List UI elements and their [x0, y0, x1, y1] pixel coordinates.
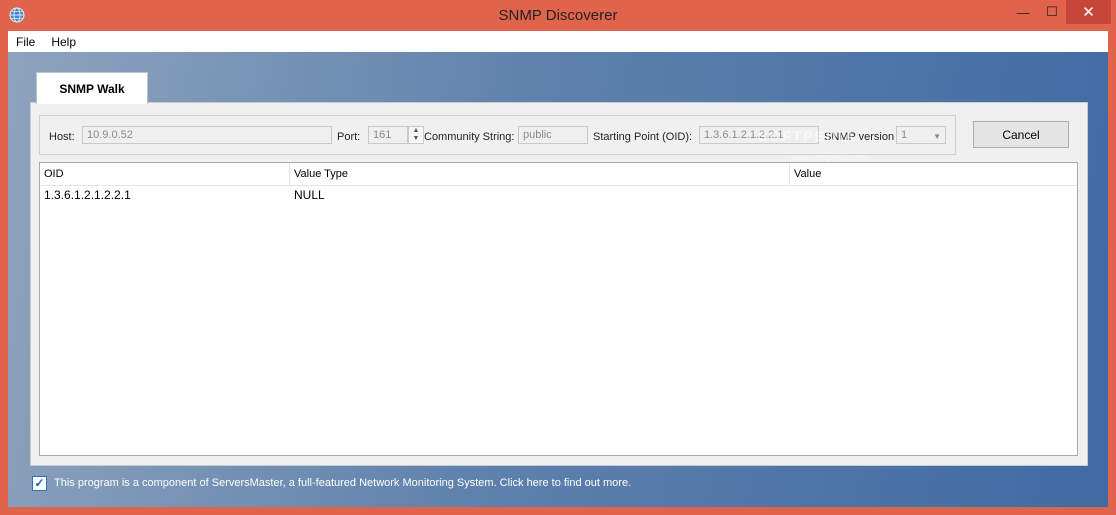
footer-text[interactable]: This program is a component of ServersMa… [54, 477, 631, 489]
servers-master-link[interactable]: ✓ This program is a component of Servers… [32, 474, 631, 492]
column-header-oid[interactable]: OID [40, 163, 290, 185]
stepper-up-icon[interactable]: ▲ [409, 127, 423, 135]
chevron-down-icon: ▼ [933, 132, 941, 141]
softpedia-watermark: SOFTPEDIA [758, 128, 857, 144]
minimize-button[interactable]: — [1008, 0, 1038, 24]
snmp-walk-panel: Host: 10.9.0.52 Port: 161 ▲ ▼ Community … [30, 102, 1088, 466]
menu-file[interactable]: File [8, 35, 43, 49]
footer-checkbox[interactable]: ✓ [32, 475, 47, 491]
port-stepper[interactable]: ▲ ▼ [408, 126, 424, 144]
maximize-button[interactable]: ☐ [1037, 0, 1067, 24]
column-header-value-type[interactable]: Value Type [290, 163, 790, 185]
table-row[interactable]: 1.3.6.1.2.1.2.2.1 NULL [40, 186, 1077, 204]
window-title: SNMP Discoverer [498, 7, 618, 24]
softpedia-watermark-url: www.softpedia.com [790, 153, 868, 163]
checkmark-icon: ✓ [34, 476, 45, 490]
cell-value-type: NULL [294, 188, 325, 202]
title-bar: SNMP Discoverer — ☐ ✕ [0, 0, 1116, 31]
column-header-value[interactable]: Value [790, 163, 1077, 185]
port-input[interactable]: 161 [368, 126, 408, 144]
port-label: Port: [337, 131, 361, 143]
tab-snmp-walk[interactable]: SNMP Walk [36, 72, 148, 104]
results-table[interactable]: OID Value Type Value 1.3.6.1.2.1.2.2.1 N… [39, 162, 1078, 456]
snmp-version-value: 1 [901, 129, 908, 141]
community-string-label: Community String: [424, 131, 515, 143]
cancel-button[interactable]: Cancel [973, 121, 1069, 148]
host-label: Host: [49, 131, 75, 143]
community-string-input[interactable]: public [518, 126, 588, 144]
cell-oid: 1.3.6.1.2.1.2.2.1 [44, 188, 131, 202]
snmp-version-select[interactable]: 1 ▼ [896, 126, 946, 144]
stepper-down-icon[interactable]: ▼ [409, 135, 423, 143]
menu-help[interactable]: Help [43, 35, 84, 49]
table-header: OID Value Type Value [40, 163, 1077, 186]
close-button[interactable]: ✕ [1066, 0, 1111, 24]
host-input[interactable]: 10.9.0.52 [82, 126, 332, 144]
menu-bar: File Help [8, 31, 1108, 52]
main-content: SNMP Walk Host: 10.9.0.52 Port: 161 ▲ ▼ … [8, 52, 1108, 507]
starting-oid-label: Starting Point (OID): [593, 131, 693, 143]
